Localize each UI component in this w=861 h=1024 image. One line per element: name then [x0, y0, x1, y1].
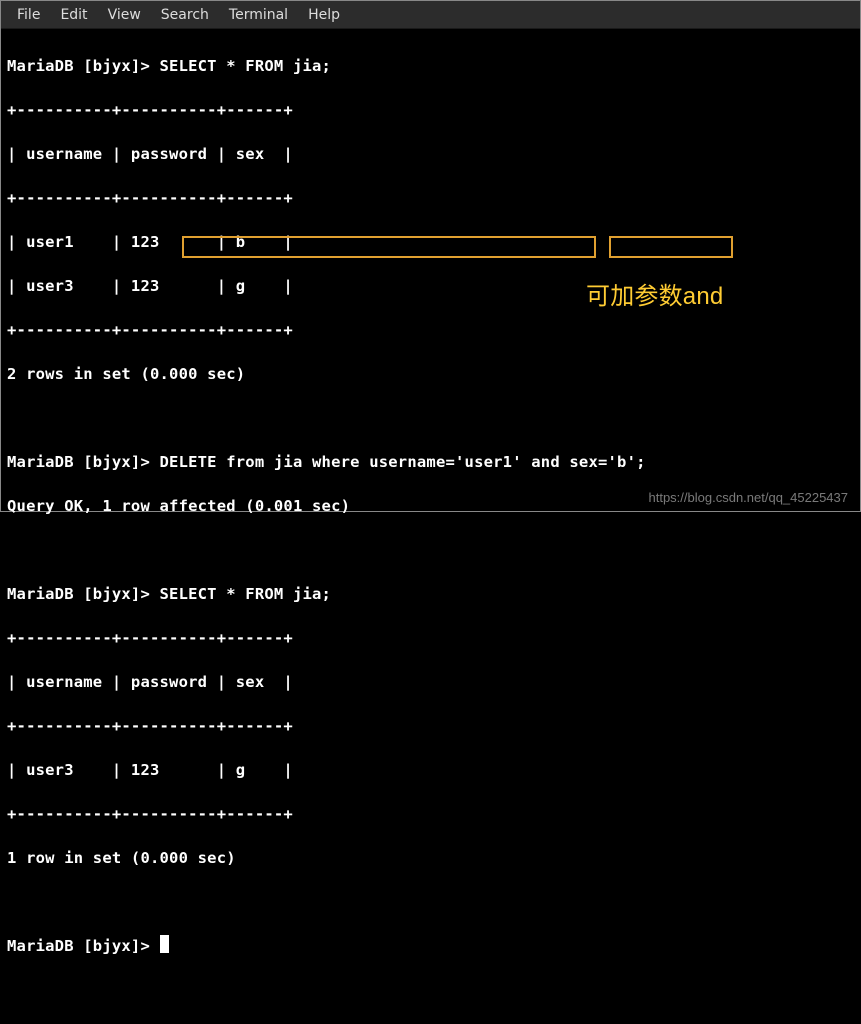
blank-line: [7, 407, 854, 429]
menu-help[interactable]: Help: [298, 4, 350, 26]
annotation-text: 可加参数and: [586, 286, 723, 308]
prompt: MariaDB [bjyx]>: [7, 937, 150, 955]
table-header: | username | password | sex |: [7, 143, 854, 165]
menubar: File Edit View Search Terminal Help: [1, 1, 860, 29]
menu-view[interactable]: View: [98, 4, 151, 26]
terminal-output[interactable]: MariaDB [bjyx]> SELECT * FROM jia; +----…: [1, 29, 860, 1024]
sql-select-1: SELECT * FROM jia;: [150, 57, 331, 75]
table-row: | user3 | 123 | g |: [7, 759, 854, 781]
table-row: | user3 | 123 | g |: [7, 275, 854, 297]
table-border: +----------+----------+------+: [7, 319, 854, 341]
table-header: | username | password | sex |: [7, 671, 854, 693]
table-border: +----------+----------+------+: [7, 715, 854, 737]
table-border: +----------+----------+------+: [7, 803, 854, 825]
prompt: MariaDB [bjyx]>: [7, 453, 150, 471]
table-border: +----------+----------+------+: [7, 99, 854, 121]
sql-select-2: SELECT * FROM jia;: [150, 585, 331, 603]
menu-search[interactable]: Search: [151, 4, 219, 26]
table-row: | user1 | 123 | b |: [7, 231, 854, 253]
menu-terminal[interactable]: Terminal: [219, 4, 298, 26]
result-msg: 2 rows in set (0.000 sec): [7, 363, 854, 385]
prompt: MariaDB [bjyx]>: [7, 585, 150, 603]
menu-edit[interactable]: Edit: [50, 4, 97, 26]
result-msg: 1 row in set (0.000 sec): [7, 847, 854, 869]
watermark: https://blog.csdn.net/qq_45225437: [649, 490, 849, 505]
prompt: MariaDB [bjyx]>: [7, 57, 150, 75]
table-border: +----------+----------+------+: [7, 627, 854, 649]
sql-delete: DELETE from jia where username='user1' a…: [150, 453, 646, 471]
blank-line: [7, 891, 854, 913]
menu-file[interactable]: File: [7, 4, 50, 26]
blank-line: [7, 539, 854, 561]
cursor: [160, 935, 169, 953]
table-border: +----------+----------+------+: [7, 187, 854, 209]
